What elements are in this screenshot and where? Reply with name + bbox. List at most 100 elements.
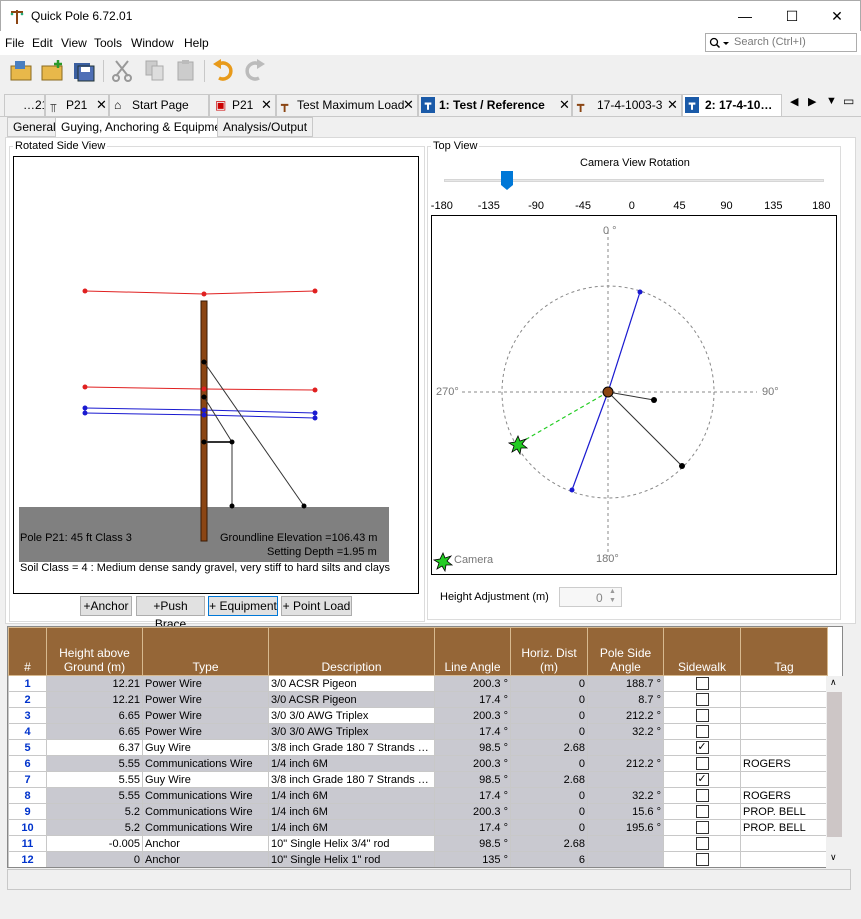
- scroll-down-icon[interactable]: ∨: [830, 852, 837, 863]
- minimize-button[interactable]: —: [722, 1, 768, 31]
- table-cell-dist[interactable]: 0: [510, 819, 588, 836]
- sidewalk-checkbox[interactable]: [695, 709, 709, 723]
- table-cell-n[interactable]: 8: [8, 787, 47, 804]
- table-cell-desc[interactable]: 3/8 inch Grade 180 7 Strands S…: [268, 739, 435, 756]
- table-cell-n[interactable]: 1: [8, 675, 47, 692]
- table-row[interactable]: 8 5.55 Communications Wire 1/4 inch 6M 17.4 …: [8, 787, 828, 804]
- close-icon[interactable]: ✕: [96, 95, 107, 115]
- table-cell-n[interactable]: 5: [8, 739, 47, 756]
- table-cell-n[interactable]: 10: [8, 819, 47, 836]
- close-button[interactable]: ✕: [814, 1, 860, 31]
- column-header[interactable]: Type: [142, 627, 269, 676]
- table-cell-angle[interactable]: 98.5 °: [434, 835, 511, 852]
- sidewalk-checkbox[interactable]: ✓: [695, 741, 709, 755]
- table-cell-desc[interactable]: 1/4 inch 6M: [268, 755, 435, 772]
- table-cell-desc[interactable]: 10" Single Helix 1" rod: [268, 851, 435, 867]
- column-header[interactable]: Description: [268, 627, 435, 676]
- table-cell-h[interactable]: 12.21: [46, 691, 143, 708]
- table-cell-type[interactable]: Guy Wire: [142, 739, 269, 756]
- table-cell-sw[interactable]: [663, 723, 741, 740]
- add-point-load-button[interactable]: + Point Load: [281, 596, 352, 616]
- tab-general[interactable]: General: [7, 117, 62, 137]
- sidewalk-checkbox[interactable]: [695, 805, 709, 819]
- open-folder-icon[interactable]: [9, 58, 35, 84]
- attachment-point[interactable]: [201, 291, 207, 297]
- anchor-point[interactable]: [229, 503, 235, 509]
- table-cell-dist[interactable]: 6: [510, 851, 588, 867]
- table-cell-tag[interactable]: ROGERS: [740, 755, 828, 772]
- menu-tools[interactable]: Tools: [94, 36, 122, 50]
- table-cell-tag[interactable]: [740, 675, 828, 692]
- table-cell-angle[interactable]: 17.4 °: [434, 787, 511, 804]
- table-cell-dist[interactable]: 2.68: [510, 739, 588, 756]
- table-cell-sw[interactable]: [663, 803, 741, 820]
- top-view-canvas[interactable]: 0 ° 90° 180° 270° Camera: [431, 215, 837, 575]
- anchor-endpoint[interactable]: [651, 397, 657, 403]
- table-row[interactable]: 10 5.2 Communications Wire 1/4 inch 6M 17.4 …: [8, 819, 828, 836]
- table-cell-n[interactable]: 12: [8, 851, 47, 867]
- table-scrollbar[interactable]: ∧ ∨: [826, 676, 843, 868]
- table-cell-sw[interactable]: [663, 787, 741, 804]
- table-cell-desc[interactable]: 1/4 inch 6M: [268, 803, 435, 820]
- menu-help[interactable]: Help: [184, 36, 209, 50]
- table-cell-angle[interactable]: 200.3 °: [434, 707, 511, 724]
- table-cell-tag[interactable]: PROP. BELL: [740, 803, 828, 820]
- paste-icon[interactable]: [173, 58, 199, 84]
- save-all-icon[interactable]: [71, 58, 97, 84]
- table-cell-sw[interactable]: [663, 851, 741, 867]
- attachment-point[interactable]: [82, 288, 88, 294]
- column-header[interactable]: Sidewalk: [663, 627, 741, 676]
- copy-icon[interactable]: [142, 58, 168, 84]
- table-cell-type[interactable]: Anchor: [142, 851, 269, 867]
- table-cell-desc[interactable]: 10" Single Helix 3/4" rod: [268, 835, 435, 852]
- table-cell-desc[interactable]: 3/0 ACSR Pigeon: [268, 675, 435, 692]
- sidewalk-checkbox[interactable]: [695, 757, 709, 771]
- column-header[interactable]: #: [8, 627, 47, 676]
- table-cell-desc[interactable]: 3/0 3/0 AWG Triplex: [268, 707, 435, 724]
- restore-pane-icon[interactable]: ▭: [843, 94, 854, 108]
- table-cell-dist[interactable]: 0: [510, 723, 588, 740]
- table-cell-tag[interactable]: [740, 835, 828, 852]
- sidewalk-checkbox[interactable]: [695, 693, 709, 707]
- sidewalk-checkbox[interactable]: [695, 821, 709, 835]
- table-cell-n[interactable]: 3: [8, 707, 47, 724]
- table-cell-n[interactable]: 7: [8, 771, 47, 788]
- doc-tab-p21[interactable]: ⫪ P21 ✕: [45, 94, 109, 116]
- doc-tab-start-page[interactable]: ⌂ Start Page: [109, 94, 209, 116]
- table-cell-dist[interactable]: 0: [510, 691, 588, 708]
- table-cell-h[interactable]: 6.65: [46, 707, 143, 724]
- table-cell-sw[interactable]: [663, 755, 741, 772]
- anchor-point[interactable]: [301, 503, 307, 509]
- table-cell-dist[interactable]: 2.68: [510, 771, 588, 788]
- menu-edit[interactable]: Edit: [32, 36, 53, 50]
- sidewalk-checkbox[interactable]: [695, 789, 709, 803]
- attachment-point[interactable]: [312, 387, 318, 393]
- table-cell-psa[interactable]: 212.2 °: [587, 707, 664, 724]
- cut-icon[interactable]: [110, 58, 136, 84]
- new-folder-icon[interactable]: [40, 58, 66, 84]
- table-cell-angle[interactable]: 135 °: [434, 851, 511, 867]
- table-cell-sw[interactable]: [663, 707, 741, 724]
- table-cell-h[interactable]: 5.2: [46, 803, 143, 820]
- table-cell-tag[interactable]: [740, 739, 828, 756]
- doc-tab-test-reference[interactable]: ┳ 1: Test / Reference ✕: [418, 94, 572, 116]
- add-equipment-button[interactable]: + Equipment: [208, 596, 278, 616]
- attachment-point[interactable]: [201, 386, 207, 392]
- guy-attachment-point[interactable]: [201, 439, 207, 445]
- tab-guying-anchoring-equipment[interactable]: Guying, Anchoring & Equipment: [55, 117, 238, 138]
- table-cell-psa[interactable]: [587, 739, 664, 756]
- doc-tab-p21-pdf[interactable]: ▣ P21 ✕: [209, 94, 276, 116]
- table-row[interactable]: 4 6.65 Power Wire 3/0 3/0 AWG Triplex 17.4 °…: [8, 723, 828, 740]
- table-cell-type[interactable]: Power Wire: [142, 707, 269, 724]
- search-input[interactable]: Search (Ctrl+I): [705, 33, 857, 52]
- wire-endpoint[interactable]: [569, 487, 575, 493]
- scroll-up-icon[interactable]: ∧: [830, 677, 837, 688]
- column-header[interactable]: Height above Ground (m): [46, 627, 143, 676]
- table-row[interactable]: 2 12.21 Power Wire 3/0 ACSR Pigeon 17.4 ° 0 8.…: [8, 691, 828, 708]
- table-cell-sw[interactable]: [663, 835, 741, 852]
- add-push-brace-button[interactable]: +Push Brace: [136, 596, 205, 631]
- table-cell-tag[interactable]: ROGERS: [740, 787, 828, 804]
- sidewalk-checkbox[interactable]: ✓: [695, 773, 709, 787]
- tab-scroll-right-icon[interactable]: ▶: [808, 95, 816, 108]
- table-cell-desc[interactable]: 1/4 inch 6M: [268, 819, 435, 836]
